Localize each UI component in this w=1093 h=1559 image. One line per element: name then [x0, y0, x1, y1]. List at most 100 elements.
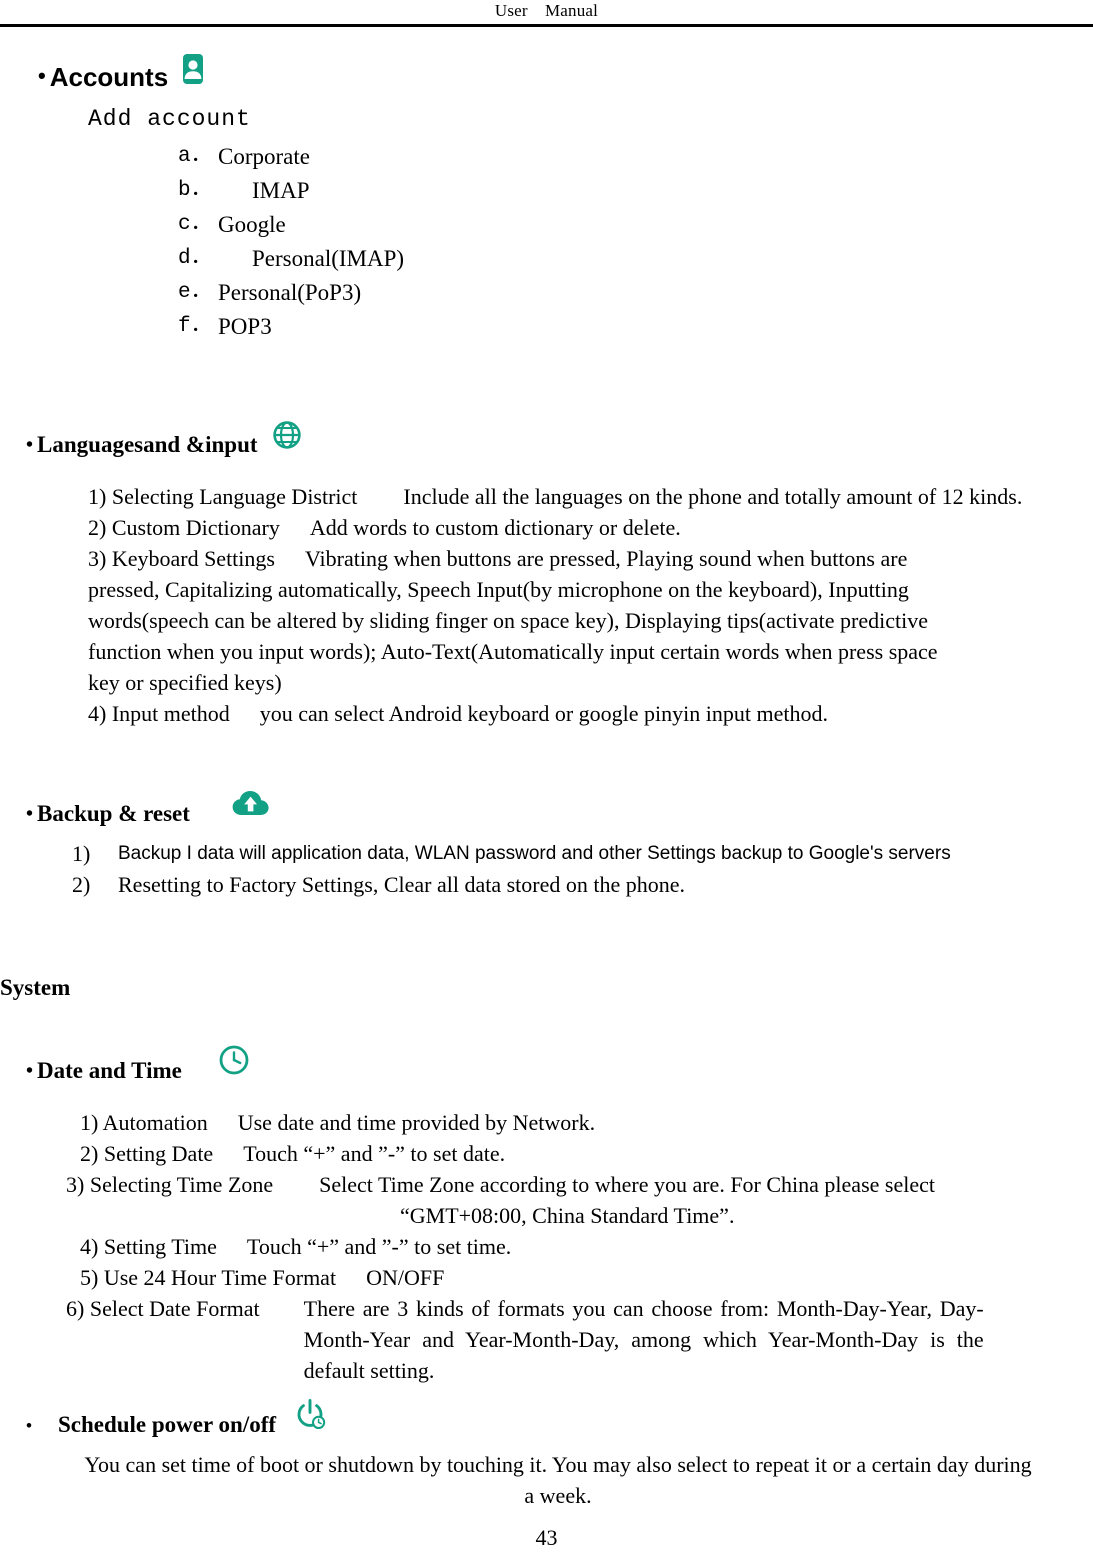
- date-time-item-6-term: Select Date Format: [89, 1296, 260, 1321]
- list-item: f． POP3: [178, 310, 1093, 344]
- languages-items: 1) Selecting Language District Include al…: [0, 481, 1093, 729]
- globe-language-icon: [270, 418, 304, 459]
- date-time-item-6: 6) Select Date Format There are 3 kinds …: [66, 1293, 1093, 1386]
- heading-schedule-power-label: Schedule power on/off: [57, 1412, 277, 1437]
- list-item-label: Personal(PoP3): [218, 280, 362, 305]
- heading-schedule-power: • Schedule power on/off: [26, 1396, 1093, 1439]
- list-item: 1) Backup I data will application data, …: [72, 838, 1093, 869]
- page-header-title: User Manual: [494, 1, 599, 20]
- heading-date-and-time: • Date and Time: [26, 1042, 1093, 1085]
- section-title-system: System: [0, 975, 71, 1000]
- document-body: • Accounts Add account a． Corporate b． I…: [0, 30, 1093, 1511]
- list-item-marker: a．: [178, 145, 212, 168]
- languages-item-2-marker: 2): [88, 515, 107, 540]
- date-time-item-2-marker: 2): [80, 1141, 99, 1166]
- date-time-item-2-term: Setting Date: [103, 1141, 214, 1166]
- date-time-item-1-marker: 1): [80, 1110, 99, 1135]
- contacts-account-icon: [176, 52, 210, 92]
- accounts-add-account-label: Add account: [88, 106, 251, 132]
- list-item-marker: e．: [178, 281, 212, 304]
- languages-item-4: 4) Input method you can select Android ke…: [88, 698, 1093, 729]
- header-divider-rule: [0, 24, 1093, 27]
- list-item-label: Corporate: [218, 144, 310, 169]
- list-item-label: Resetting to Factory Settings, Clear all…: [118, 872, 685, 897]
- languages-item-1-desc: Include all the languages on the phone a…: [403, 484, 1023, 509]
- list-item: e． Personal(PoP3): [178, 276, 1093, 310]
- clock-time-icon: [216, 1042, 252, 1085]
- backup-items: 1) Backup I data will application data, …: [72, 838, 1093, 900]
- languages-item-3: 3) Keyboard Settings Vibrating when butto…: [88, 543, 968, 698]
- date-time-item-4-marker: 4): [80, 1234, 99, 1259]
- bullet-dot-icon: •: [26, 1060, 34, 1082]
- date-time-item-6-marker: 6): [66, 1296, 85, 1321]
- list-item: a． Corporate: [178, 140, 1093, 174]
- bullet-dot-icon: •: [26, 434, 34, 456]
- power-schedule-icon: [292, 1396, 328, 1439]
- list-item-label: Personal(IMAP): [252, 246, 405, 271]
- date-time-item-5-term: Use 24 Hour Time Format: [103, 1265, 337, 1290]
- heading-accounts: • Accounts: [38, 52, 1093, 92]
- date-time-item-3: 3) Selecting Time Zone Select Time Zone a…: [66, 1169, 1078, 1200]
- languages-item-4-marker: 4): [88, 701, 107, 726]
- date-time-item-5-desc: ON/OFF: [366, 1265, 445, 1290]
- date-time-item-4-term: Setting Time: [103, 1234, 217, 1259]
- list-item: d． Personal(IMAP): [178, 242, 1093, 276]
- languages-item-4-term: Input method: [111, 701, 230, 726]
- bullet-dot-icon: •: [26, 1416, 32, 1435]
- date-time-item-5: 5) Use 24 Hour Time Format ON/OFF: [80, 1262, 1093, 1293]
- list-item-marker: f．: [178, 315, 212, 338]
- schedule-power-body: You can set time of boot or shutdown by …: [84, 1452, 1032, 1508]
- date-time-item-2-desc: Touch “+” and ”-” to set date.: [243, 1141, 506, 1166]
- cloud-upload-backup-icon: [230, 787, 272, 828]
- languages-item-4-desc: you can select Android keyboard or googl…: [259, 701, 828, 726]
- heading-languages-label: Languagesand &input: [37, 432, 258, 457]
- date-time-item-3-marker: 3): [66, 1172, 85, 1197]
- list-item: 2) Resetting to Factory Settings, Clear …: [72, 869, 1093, 900]
- heading-backup-label: Backup & reset: [37, 801, 190, 826]
- list-item-marker: d．: [178, 247, 212, 270]
- date-time-item-2: 2) Setting Date Touch “+” and ”-” to set …: [80, 1138, 1093, 1169]
- languages-item-2-desc: Add words to custom dictionary or delete…: [309, 515, 681, 540]
- heading-languages-and-input: • Languagesand &input: [26, 418, 1093, 459]
- heading-backup-reset: • Backup & reset: [26, 787, 1093, 828]
- languages-item-2-term: Custom Dictionary: [111, 515, 280, 540]
- list-item-label: IMAP: [252, 178, 310, 203]
- date-time-item-3-continuation: “GMT+08:00, China Standard Time”.: [400, 1203, 735, 1228]
- date-time-item-4-desc: Touch “+” and ”-” to set time.: [246, 1234, 512, 1259]
- date-time-item-1: 1) Automation Use date and time provided …: [80, 1107, 1093, 1138]
- languages-item-1-term: Selecting Language District: [111, 484, 358, 509]
- list-item-label: POP3: [218, 314, 272, 339]
- bullet-dot-icon: •: [38, 63, 46, 88]
- heading-accounts-label: Accounts: [49, 62, 169, 92]
- page-number: 43: [535, 1525, 558, 1550]
- list-item-marker: 1): [72, 841, 91, 866]
- list-item: c． Google: [178, 208, 1093, 242]
- list-item-label: Backup I data will application data, WLA…: [118, 843, 951, 864]
- bullet-dot-icon: •: [26, 803, 34, 825]
- page-running-header: User Manual: [0, 0, 1093, 26]
- list-item-marker: c．: [178, 213, 212, 236]
- list-item-marker: 2): [72, 872, 91, 897]
- languages-item-3-marker: 3): [88, 546, 107, 571]
- list-item-marker: b．: [178, 179, 212, 202]
- date-time-item-1-term: Automation: [102, 1110, 208, 1135]
- languages-item-1-marker: 1): [88, 484, 107, 509]
- languages-item-1: 1) Selecting Language District Include al…: [0, 481, 1093, 512]
- date-time-item-3-term: Selecting Time Zone: [89, 1172, 274, 1197]
- list-item-label: Google: [218, 212, 286, 237]
- list-item: b． IMAP: [178, 174, 1093, 208]
- date-time-item-6-desc: There are 3 kinds of formats you can cho…: [303, 1296, 984, 1383]
- date-time-item-1-desc: Use date and time provided by Network.: [237, 1110, 596, 1135]
- date-time-items: 1) Automation Use date and time provided …: [0, 1107, 1093, 1386]
- accounts-provider-list: a． Corporate b． IMAP c． Google d． Person…: [0, 140, 1093, 344]
- date-time-item-4: 4) Setting Time Touch “+” and ”-” to set …: [80, 1231, 1093, 1262]
- languages-item-2: 2) Custom Dictionary Add words to custom …: [88, 512, 1093, 543]
